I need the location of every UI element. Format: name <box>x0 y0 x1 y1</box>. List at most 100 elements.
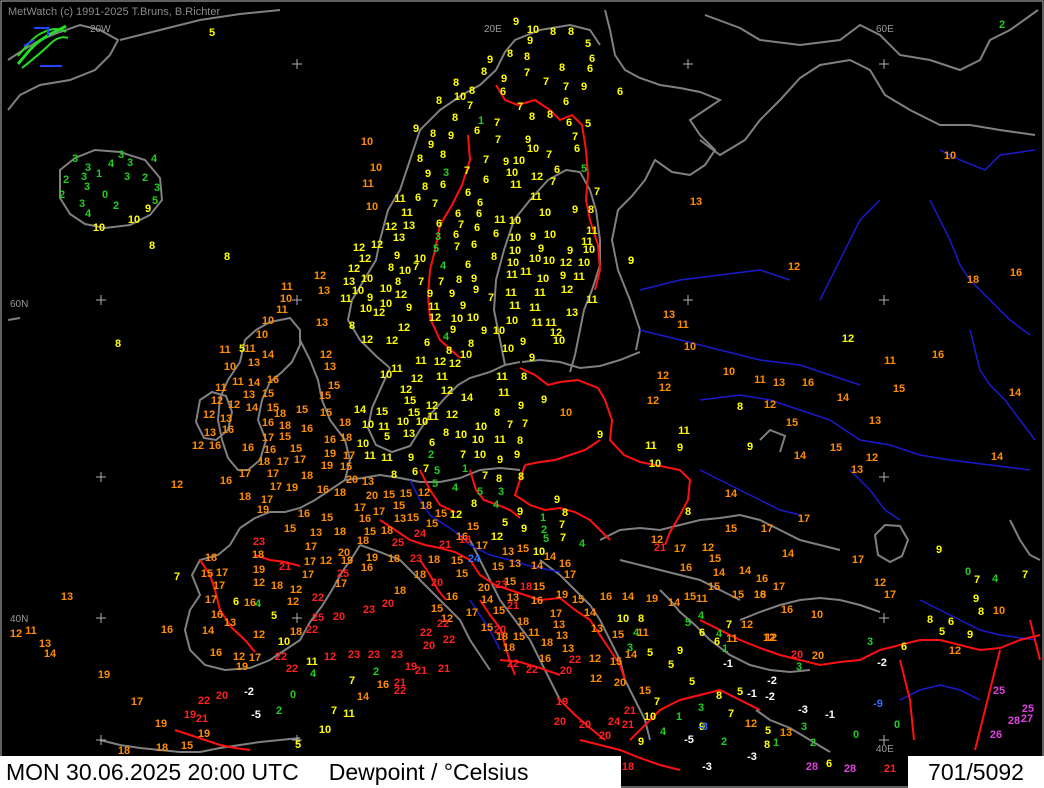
station-value: 8 <box>115 338 121 350</box>
station-value: 10 <box>513 155 525 167</box>
station-value: 6 <box>554 164 560 176</box>
station-value: -1 <box>747 688 757 700</box>
station-value: 21 <box>196 713 208 725</box>
station-value: 1 <box>462 463 468 475</box>
station-value: 8 <box>517 435 523 447</box>
station-value: 22 <box>275 651 287 663</box>
station-value: 9 <box>497 454 503 466</box>
station-value: 21 <box>654 542 666 554</box>
station-value: 12 <box>290 584 302 596</box>
station-value: 12 <box>788 261 800 273</box>
station-value: 14 <box>837 392 850 404</box>
station-value: 5 <box>585 38 591 50</box>
station-value: 17 <box>304 556 316 568</box>
station-value: 18 <box>205 552 217 564</box>
station-value: 3 <box>84 181 90 193</box>
station-value: 20 <box>560 665 572 677</box>
station-value: 19 <box>324 448 336 460</box>
station-value: 5 <box>939 626 945 638</box>
station-value: 9 <box>406 302 412 314</box>
station-value: 5 <box>585 118 591 130</box>
station-value: 9 <box>597 429 603 441</box>
station-value: 17 <box>550 608 562 620</box>
station-value: 7 <box>563 81 569 93</box>
station-value: 2 <box>142 172 148 184</box>
station-value: 7 <box>494 117 500 129</box>
station-value: 20 <box>216 690 228 702</box>
station-value: 15 <box>610 656 622 668</box>
station-value: 11 <box>754 374 766 386</box>
station-value: 22 <box>312 592 324 604</box>
station-value: 14 <box>246 402 259 414</box>
station-value: 12 <box>192 440 204 452</box>
station-value: 6 <box>429 437 435 449</box>
station-value: 22 <box>286 663 298 675</box>
station-value: 8 <box>456 274 462 286</box>
station-value: 13 <box>394 513 406 525</box>
station-value: 11 <box>25 625 37 637</box>
station-value: 5 <box>685 617 691 629</box>
station-value: 16 <box>680 562 692 574</box>
station-value: 28 <box>844 763 856 775</box>
station-value: 25 <box>337 568 349 580</box>
station-value: 1 <box>773 737 779 749</box>
station-value: 16 <box>220 475 232 487</box>
station-value: 6 <box>574 143 580 155</box>
station-value: 24 <box>608 716 621 728</box>
station-value: 16 <box>324 434 336 446</box>
station-value: 15 <box>725 523 737 535</box>
station-value: 20 <box>478 582 490 594</box>
station-value: 11 <box>494 434 506 446</box>
station-value: -5 <box>251 709 261 721</box>
station-value: 10 <box>357 438 369 450</box>
station-value: 2 <box>276 705 282 717</box>
station-value: 15 <box>376 406 388 418</box>
station-value: 14 <box>782 548 795 560</box>
station-value: 21 <box>507 600 519 612</box>
station-value: 21 <box>415 665 427 677</box>
station-value: 10 <box>509 215 521 227</box>
station-value: 18 <box>967 274 979 286</box>
station-value: 8 <box>452 112 458 124</box>
station-value: 23 <box>363 604 375 616</box>
station-value: 18 <box>503 642 515 654</box>
station-value: 14 <box>739 565 752 577</box>
station-value: 12 <box>745 718 757 730</box>
station-value: 4 <box>633 627 640 639</box>
station-value: 3 <box>627 642 633 654</box>
station-value: 12 <box>324 651 336 663</box>
station-value: 13 <box>243 389 255 401</box>
station-value: 18 <box>340 432 352 444</box>
station-value: -5 <box>684 734 694 746</box>
station-value: 11 <box>306 656 318 668</box>
station-value: 3 <box>443 167 449 179</box>
station-value: 7 <box>560 532 566 544</box>
station-value: 17 <box>466 607 478 619</box>
station-value: 12 <box>373 307 385 319</box>
station-value: 8 <box>547 109 553 121</box>
station-value: 8 <box>562 507 568 519</box>
station-value: 9 <box>973 593 979 605</box>
station-value: 11 <box>401 207 413 219</box>
station-value: 12 <box>434 356 446 368</box>
station-value: 8 <box>550 26 556 38</box>
station-value: 9 <box>481 325 487 337</box>
station-value: 12 <box>418 487 430 499</box>
station-value: 11 <box>645 440 657 452</box>
station-value: 17 <box>564 569 576 581</box>
station-value: 11 <box>520 266 532 278</box>
metwatch-logo-icon <box>16 24 69 69</box>
station-value: 15 <box>684 591 696 603</box>
station-value: 19 <box>556 696 568 708</box>
station-value: 15 <box>340 461 352 473</box>
station-value: 17 <box>294 454 306 466</box>
station-value: 12 <box>450 509 462 521</box>
station-value: 11 <box>276 304 288 316</box>
map-background <box>0 0 1044 788</box>
station-value: 10 <box>475 421 487 433</box>
station-value: 17 <box>476 540 488 552</box>
station-value: 18 <box>156 742 168 754</box>
station-value: 7 <box>507 419 513 431</box>
station-value: 6 <box>699 627 705 639</box>
station-value: 14 <box>461 392 474 404</box>
